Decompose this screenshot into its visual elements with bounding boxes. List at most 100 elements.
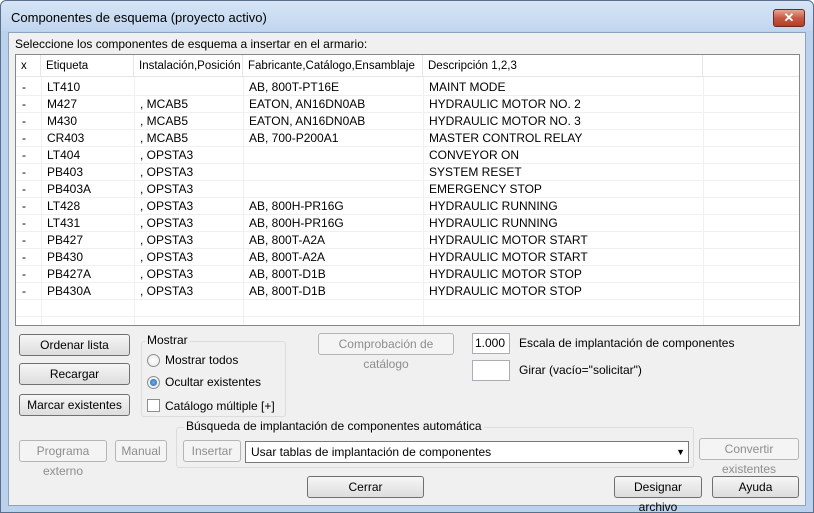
table-row[interactable]: - CR403 , MCAB5 AB, 700-P200A1 MASTER CONTRO… bbox=[16, 130, 799, 147]
row-tag: M427 bbox=[47, 97, 78, 111]
row-manufacturer: AB, 700-P200A1 bbox=[249, 131, 339, 145]
chevron-down-icon: ▼ bbox=[676, 447, 685, 457]
row-description: HYDRAULIC MOTOR START bbox=[429, 250, 588, 264]
close-window-button[interactable]: ✕ bbox=[773, 9, 805, 27]
scale-input[interactable]: 1.000 bbox=[472, 333, 510, 354]
row-tag: PB430 bbox=[47, 250, 84, 264]
hide-existing-radio[interactable] bbox=[147, 376, 160, 389]
row-description: SYSTEM RESET bbox=[429, 165, 522, 179]
reload-button[interactable]: Recargar bbox=[19, 363, 130, 385]
row-mark: - bbox=[22, 250, 26, 264]
column-header-manufacturer[interactable]: Fabricante,Catálogo,Ensamblaje bbox=[243, 55, 423, 77]
row-mark: - bbox=[22, 233, 26, 247]
row-mark: - bbox=[22, 148, 26, 162]
components-list[interactable]: x Etiqueta Instalación,Posición Fabrican… bbox=[15, 54, 800, 326]
column-header-tag[interactable]: Etiqueta bbox=[41, 55, 134, 77]
close-button[interactable]: Cerrar bbox=[307, 476, 424, 498]
design-file-button[interactable]: Designar archivo bbox=[614, 476, 702, 513]
row-installation: , OPSTA3 bbox=[140, 216, 194, 230]
table-row[interactable]: - LT428 , OPSTA3 AB, 800H-PR16G HYDRAULIC RU… bbox=[16, 198, 799, 215]
dialog-window: Componentes de esquema (proyecto activo)… bbox=[0, 0, 814, 513]
table-row[interactable]: - M427 , MCAB5 EATON, AN16DN0AB HYDRAULIC MO… bbox=[16, 96, 799, 113]
catalog-check-button[interactable]: Comprobación de catálogo bbox=[318, 333, 454, 371]
row-tag: M430 bbox=[47, 114, 78, 128]
row-manufacturer bbox=[243, 181, 249, 198]
title-bar[interactable]: Componentes de esquema (proyecto activo)… bbox=[1, 1, 813, 31]
row-installation: , OPSTA3 bbox=[140, 284, 194, 298]
show-all-label[interactable]: Mostrar todos bbox=[165, 353, 238, 367]
mark-existing-button[interactable]: Marcar existentes bbox=[19, 394, 130, 416]
dialog-body: Seleccione los componentes de esquema a … bbox=[8, 32, 806, 513]
window-title: Componentes de esquema (proyecto activo) bbox=[11, 10, 267, 25]
list-rows: - LT410 AB, 800T-PT16E MAINT MODE - M427 , MCA… bbox=[16, 79, 799, 325]
row-description: MASTER CONTROL RELAY bbox=[429, 131, 583, 145]
row-manufacturer bbox=[243, 164, 249, 181]
row-manufacturer: AB, 800T-PT16E bbox=[249, 80, 340, 94]
row-tag: CR403 bbox=[47, 131, 85, 145]
empty-row bbox=[16, 300, 799, 317]
show-all-radio[interactable] bbox=[147, 354, 160, 367]
table-row[interactable]: - LT410 AB, 800T-PT16E MAINT MODE bbox=[16, 79, 799, 96]
auto-search-selected: Usar tablas de implantación de component… bbox=[251, 445, 492, 459]
table-row[interactable]: - PB430 , OPSTA3 AB, 800T-A2A HYDRAULIC MOTO… bbox=[16, 249, 799, 266]
row-description: HYDRAULIC RUNNING bbox=[429, 199, 558, 213]
auto-search-group-label: Búsqueda de implantación de componentes … bbox=[184, 419, 484, 433]
convert-existing-button[interactable]: Convertir existentes bbox=[699, 438, 799, 476]
row-installation: , MCAB5 bbox=[140, 114, 189, 128]
row-mark: - bbox=[22, 165, 26, 179]
external-program-button[interactable]: Programa externo bbox=[19, 440, 107, 478]
empty-row bbox=[16, 317, 799, 325]
insert-button[interactable]: Insertar bbox=[183, 440, 241, 462]
row-description: HYDRAULIC MOTOR START bbox=[429, 233, 588, 247]
hide-existing-label[interactable]: Ocultar existentes bbox=[165, 375, 261, 389]
rotate-input[interactable] bbox=[472, 360, 510, 381]
column-header-description[interactable]: Descripción 1,2,3 bbox=[423, 55, 703, 77]
multi-catalog-label[interactable]: Catálogo múltiple [+] bbox=[165, 399, 275, 413]
table-row[interactable]: - PB430A , OPSTA3 AB, 800T-D1B HYDRAULIC MOT… bbox=[16, 283, 799, 300]
row-manufacturer: EATON, AN16DN0AB bbox=[249, 114, 366, 128]
row-mark: - bbox=[22, 182, 26, 196]
row-mark: - bbox=[22, 80, 26, 94]
row-description: HYDRAULIC MOTOR STOP bbox=[429, 267, 582, 281]
row-mark: - bbox=[22, 114, 26, 128]
rotate-label: Girar (vacío="solicitar") bbox=[519, 363, 642, 377]
help-button[interactable]: Ayuda bbox=[712, 476, 799, 498]
row-manufacturer bbox=[243, 147, 249, 164]
row-manufacturer: EATON, AN16DN0AB bbox=[249, 97, 366, 111]
row-description: EMERGENCY STOP bbox=[429, 182, 542, 196]
table-row[interactable]: - PB427 , OPSTA3 AB, 800T-A2A HYDRAULIC MOTO… bbox=[16, 232, 799, 249]
scale-label: Escala de implantación de componentes bbox=[519, 336, 735, 350]
sort-list-button[interactable]: Ordenar lista bbox=[19, 334, 130, 356]
instruction-label: Seleccione los componentes de esquema a … bbox=[15, 37, 368, 51]
row-installation bbox=[134, 79, 140, 96]
table-row[interactable]: - PB427A , OPSTA3 AB, 800T-D1B HYDRAULIC MOT… bbox=[16, 266, 799, 283]
row-installation: , OPSTA3 bbox=[140, 250, 194, 264]
auto-search-select[interactable]: Usar tablas de implantación de component… bbox=[245, 441, 689, 463]
table-row[interactable]: - LT431 , OPSTA3 AB, 800H-PR16G HYDRAULIC RU… bbox=[16, 215, 799, 232]
column-header-x[interactable]: x bbox=[16, 55, 41, 77]
row-tag: LT431 bbox=[47, 216, 81, 230]
row-installation: , OPSTA3 bbox=[140, 165, 194, 179]
column-header-installation[interactable]: Instalación,Posición bbox=[134, 55, 243, 77]
manual-button[interactable]: Manual bbox=[115, 440, 167, 462]
list-header: x Etiqueta Instalación,Posición Fabrican… bbox=[16, 55, 799, 77]
row-installation: , OPSTA3 bbox=[140, 233, 194, 247]
column-header-empty bbox=[703, 55, 799, 77]
multi-catalog-checkbox[interactable] bbox=[147, 399, 160, 412]
row-tag: PB427 bbox=[47, 233, 84, 247]
row-manufacturer: AB, 800H-PR16G bbox=[249, 199, 344, 213]
row-mark: - bbox=[22, 284, 26, 298]
row-tag: PB403 bbox=[47, 165, 84, 179]
row-manufacturer: AB, 800T-D1B bbox=[249, 284, 326, 298]
table-row[interactable]: - M430 , MCAB5 EATON, AN16DN0AB HYDRAULIC MO… bbox=[16, 113, 799, 130]
row-installation: , OPSTA3 bbox=[140, 182, 194, 196]
row-description: HYDRAULIC MOTOR NO. 3 bbox=[429, 114, 581, 128]
row-installation: , OPSTA3 bbox=[140, 199, 194, 213]
table-row[interactable]: - LT404 , OPSTA3 CONVEYOR ON bbox=[16, 147, 799, 164]
close-icon: ✕ bbox=[783, 10, 795, 25]
row-installation: , MCAB5 bbox=[140, 131, 189, 145]
row-tag: LT428 bbox=[47, 199, 81, 213]
table-row[interactable]: - PB403A , OPSTA3 EMERGENCY STOP bbox=[16, 181, 799, 198]
row-description: HYDRAULIC MOTOR STOP bbox=[429, 284, 582, 298]
table-row[interactable]: - PB403 , OPSTA3 SYSTEM RESET bbox=[16, 164, 799, 181]
